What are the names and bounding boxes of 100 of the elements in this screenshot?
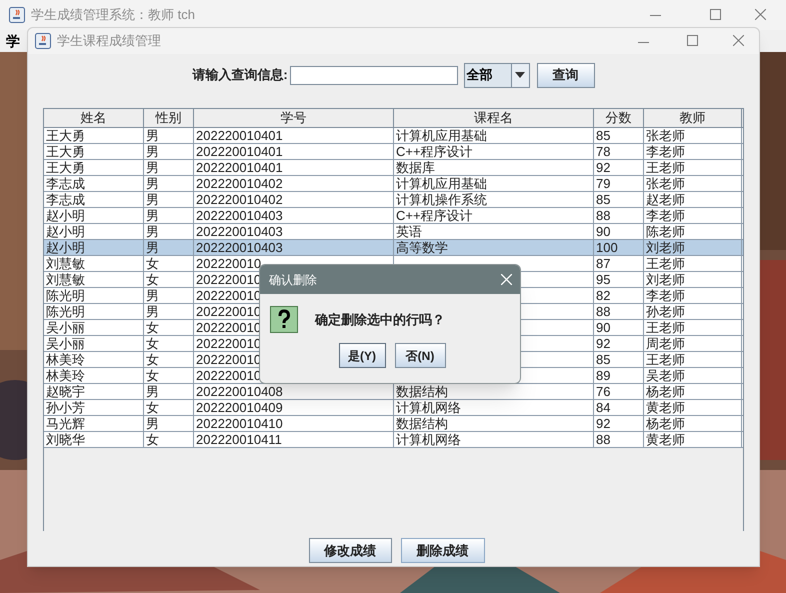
table-cell-text: 89: [596, 366, 610, 385]
table-cell-text: 88: [596, 206, 610, 225]
table-cell-text: 男: [146, 238, 159, 257]
table-cell-text: 赵小明: [46, 206, 85, 225]
table-cell-text: 92: [596, 334, 610, 353]
table-cell-text: 202220010401: [196, 158, 283, 177]
table-cell-text: 202220010411: [196, 430, 282, 449]
table-cell-text: 202220010: [196, 254, 262, 273]
table-cell-text: 黄老师: [646, 430, 685, 449]
table-cell-text: 李志成: [46, 174, 85, 193]
table-cell-text: 计算机应用基础: [396, 126, 487, 145]
table-cell-text: 赵小明: [46, 222, 85, 241]
table-cell-text: 王老师: [646, 318, 685, 337]
table-cell-text: 王老师: [646, 350, 685, 369]
table-cell-text: 92: [596, 158, 610, 177]
table-cell-text: 男: [146, 302, 159, 321]
table-cell-text: 王老师: [646, 158, 685, 177]
table-cell-text: 95: [596, 270, 610, 289]
table-cell-text: 数据结构: [396, 414, 448, 433]
table-cell-text: 吴小丽: [46, 334, 85, 353]
table-cell-text: 赵晓宇: [46, 382, 85, 401]
table-cell-text: 女: [146, 254, 159, 273]
table-cell-text: 男: [146, 206, 159, 225]
table-cell-text: 男: [146, 190, 159, 209]
table-cell-text: 张老师: [646, 174, 685, 193]
table-cell-text: 男: [146, 126, 159, 145]
table-cell-text: 王老师: [646, 254, 685, 273]
table-cell-text: 计算机应用基础: [396, 174, 487, 193]
table-cell-text: 女: [146, 350, 159, 369]
table-cell-text: 202220010408: [196, 382, 283, 401]
table-cell-text: 李老师: [646, 142, 685, 161]
table-cell-text: 90: [596, 222, 610, 241]
table-cell-text: 82: [596, 286, 610, 305]
table-cell-text: 刘慧敏: [46, 270, 85, 289]
table-cell-text: 王大勇: [46, 158, 85, 177]
table-cell-text: 英语: [396, 222, 422, 241]
table-cell-text: 刘老师: [646, 238, 685, 257]
table-cell-text: 男: [146, 382, 159, 401]
table-cell-text: 陈光明: [46, 286, 85, 305]
table-cell-text: 计算机操作系统: [396, 190, 487, 209]
table-cell-text: 赵老师: [646, 190, 685, 209]
table-cell-text: 李老师: [646, 286, 685, 305]
table-cell-text: 88: [596, 302, 610, 321]
table-cell-text: 李老师: [646, 206, 685, 225]
table-cell-text: 女: [146, 334, 159, 353]
table-cell-text: 90: [596, 318, 610, 337]
table-cell-text: 79: [596, 174, 610, 193]
table-cell-text: 202220010: [196, 318, 262, 337]
table-cell-text: 202220010409: [196, 398, 283, 417]
table-cell-text: 100: [596, 238, 618, 257]
table-cell-text: 男: [146, 158, 159, 177]
table-cell-text: 202220010402: [196, 174, 283, 193]
table-cell-text: 85: [596, 126, 610, 145]
table-cell-text: 计算机网络: [396, 430, 461, 449]
table-cell-text: 男: [146, 174, 159, 193]
table-cell-text: 杨老师: [646, 382, 685, 401]
table-cell-text: 78: [596, 142, 610, 161]
dialog-title: 确认删除: [269, 272, 317, 288]
table-cell-text: 男: [146, 222, 159, 241]
table-cell-text: 马光辉: [46, 414, 85, 433]
table-cell-text: C++程序设计: [396, 206, 473, 225]
table-cell-text: 男: [146, 414, 159, 433]
table-cell-text: 数据库: [396, 158, 435, 177]
window-title: 学生课程成绩管理: [57, 32, 161, 50]
table-cell-text: 吴老师: [646, 366, 685, 385]
table-cell-text: 202220010: [196, 334, 262, 353]
table-cell-text: 女: [146, 398, 159, 417]
table-cell-text: 数据结构: [396, 382, 448, 401]
table-cell-text: 202220010: [196, 366, 262, 385]
table-cell-text: 88: [596, 430, 610, 449]
table-cell-text: 202220010: [196, 286, 262, 305]
table-cell-text: 周老师: [646, 334, 685, 353]
table-cell-text: 林美玲: [46, 366, 85, 385]
table-cell-text: 黄老师: [646, 398, 685, 417]
table-cell-text: 林美玲: [46, 350, 85, 369]
table-cell-text: 92: [596, 414, 610, 433]
table-cell-text: 202220010402: [196, 190, 283, 209]
table-cell-text: 孙小芳: [46, 398, 85, 417]
table-cell-text: 赵小明: [46, 238, 85, 257]
table-cell-text: 女: [146, 318, 159, 337]
table-cell-text: 陈老师: [646, 222, 685, 241]
table-cell-text: 杨老师: [646, 414, 685, 433]
table-cell-text: 男: [146, 286, 159, 305]
table-cell-text: 202220010401: [196, 142, 283, 161]
table-cell-text: 202220010: [196, 302, 262, 321]
table-cell-text: 刘老师: [646, 270, 685, 289]
search-label: 请输入查询信息:: [192, 66, 288, 84]
table-cell-text: 202220010401: [196, 126, 283, 145]
table-cell-text: 刘慧敏: [46, 254, 85, 273]
table-cell-text: 202220010403: [196, 206, 283, 225]
window-title: 学生成绩管理系统：教师 tch: [31, 6, 195, 24]
table-cell-text: 王大勇: [46, 142, 85, 161]
table-cell-text: 李志成: [46, 190, 85, 209]
table-cell-text: 女: [146, 270, 159, 289]
table-cell-text: 孙老师: [646, 302, 685, 321]
table-cell-text: 84: [596, 398, 610, 417]
table-cell-text: 吴小丽: [46, 318, 85, 337]
table-cell-text: 男: [146, 142, 159, 161]
table-cell-text: 202220010403: [196, 238, 283, 257]
table-cell-text: 202220010403: [196, 222, 283, 241]
